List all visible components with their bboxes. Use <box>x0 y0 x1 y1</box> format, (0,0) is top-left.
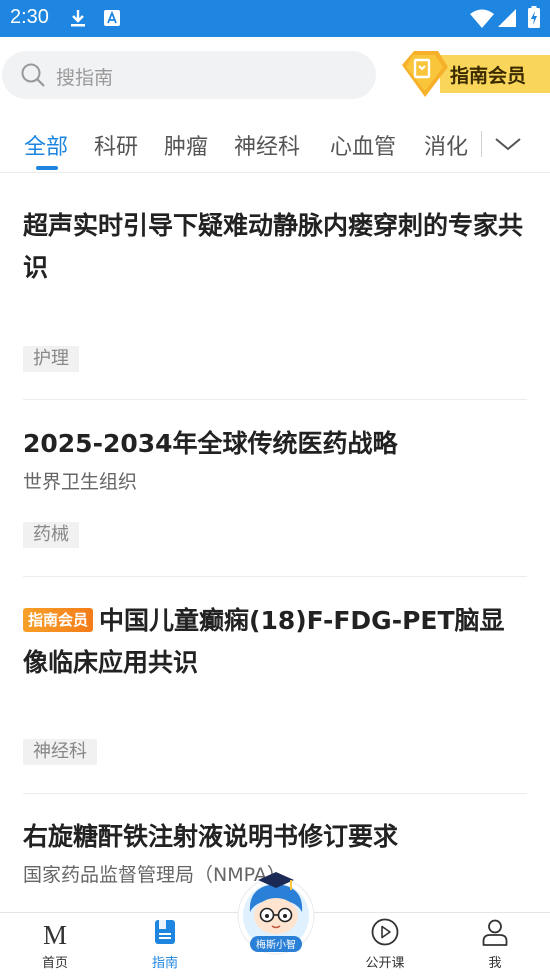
divider <box>23 399 527 400</box>
play-circle-icon <box>371 918 399 946</box>
article-title: 超声实时引导下疑难动静脉内瘘穿刺的专家共识 <box>23 211 524 282</box>
book-icon <box>155 920 175 944</box>
article-title-text: 中国儿童癫痫(18)F-FDG-PET脑显像临床应用共识 <box>23 606 505 677</box>
nav-home[interactable]: M 首页 <box>0 913 110 979</box>
nav-label: 指南 <box>151 956 178 971</box>
article-item[interactable]: 2025-2034年全球传统医药战略 世界卫生组织 <box>23 423 527 494</box>
tab-neurology[interactable]: 神经科 <box>234 129 300 161</box>
divider <box>23 576 527 577</box>
mascot-label: 梅斯小智 <box>256 938 296 951</box>
nav-label: 公开课 <box>365 956 405 971</box>
nav-label: 首页 <box>41 956 68 971</box>
article-tag: 护理 <box>23 346 79 372</box>
article-tag: 药械 <box>23 522 79 548</box>
member-only-badge: 指南会员 <box>23 608 94 632</box>
article-item[interactable]: 指南会员 中国儿童癫痫(18)F-FDG-PET脑显像临床应用共识 <box>23 600 527 684</box>
wifi-icon <box>470 9 494 28</box>
status-bar: 2:30 <box>0 0 550 37</box>
tab-oncology[interactable]: 肿瘤 <box>164 129 208 161</box>
mascot-icon: 梅斯小智 <box>237 872 315 955</box>
search-row: 搜指南 指南会员 <box>0 37 550 115</box>
article-title: 指南会员 中国儿童癫痫(18)F-FDG-PET脑显像临床应用共识 <box>23 600 527 684</box>
m-logo-icon: M <box>43 921 67 947</box>
active-tab-indicator <box>36 166 58 170</box>
person-icon <box>482 919 508 946</box>
search-icon <box>21 63 45 87</box>
nav-guide[interactable]: 指南 <box>110 913 220 979</box>
download-icon <box>71 10 85 27</box>
member-badge-button[interactable]: 指南会员 <box>400 51 550 97</box>
tab-all[interactable]: 全部 <box>24 129 68 161</box>
svg-text:M: M <box>43 921 67 947</box>
article-tag: 神经科 <box>23 739 97 765</box>
category-tabs: 全部 科研 肿瘤 神经科 心血管 消化 <box>0 115 550 173</box>
divider <box>23 793 527 794</box>
mascot-assistant-button[interactable]: 梅斯小智 <box>236 860 316 960</box>
article-source: 世界卫生组织 <box>23 471 138 493</box>
tabs-divider <box>481 131 482 157</box>
battery-icon <box>528 6 540 28</box>
nav-me[interactable]: 我 <box>440 913 550 979</box>
chevron-down-icon[interactable] <box>494 135 522 153</box>
member-badge-label: 指南会员 <box>450 65 527 87</box>
search-placeholder: 搜指南 <box>56 67 114 89</box>
a-notification-icon <box>104 10 120 26</box>
tab-research[interactable]: 科研 <box>94 129 138 161</box>
article-title: 2025-2034年全球传统医药战略 <box>23 429 398 458</box>
article-title: 右旋糖酐铁注射液说明书修订要求 <box>23 822 399 851</box>
search-input[interactable]: 搜指南 <box>2 51 376 99</box>
tab-digestive[interactable]: 消化 <box>424 129 468 161</box>
nav-open-course[interactable]: 公开课 <box>330 913 440 979</box>
tab-cardiology[interactable]: 心血管 <box>330 129 396 161</box>
article-item[interactable]: 超声实时引导下疑难动静脉内瘘穿刺的专家共识 <box>23 205 527 289</box>
status-time: 2:30 <box>10 6 49 28</box>
signal-icon <box>498 9 516 27</box>
nav-label: 我 <box>488 956 502 971</box>
